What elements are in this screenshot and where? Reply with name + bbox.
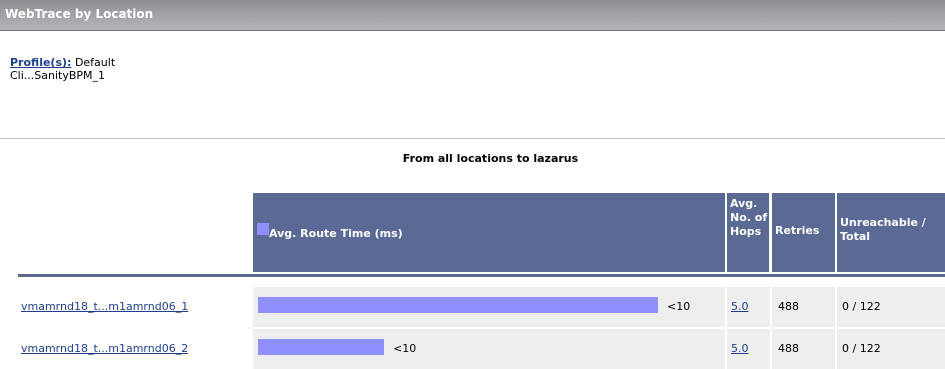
window-title: WebTrace by Location (5, 7, 154, 21)
location-cell: vmamrnd18_t...m1amrnd06_1 (18, 287, 251, 327)
route-time-cell: <10 (253, 329, 725, 369)
column-header-retries: Retries (772, 193, 835, 272)
unreachable-cell: 0 / 122 (837, 329, 945, 369)
route-time-bar (258, 339, 384, 355)
location-link[interactable]: vmamrnd18_t...m1amrnd06_2 (21, 342, 188, 355)
unreachable-value: 0 / 122 (842, 342, 881, 355)
profile-name: Cli...SanityBPM_1 (10, 69, 106, 82)
profile-value: Default (74, 56, 116, 69)
column-header-retries-label: Retries (775, 224, 820, 237)
retries-cell: 488 (772, 287, 835, 327)
hops-cell: 5.0 (727, 287, 770, 327)
window-titlebar: WebTrace by Location (0, 0, 945, 31)
retries-cell: 488 (772, 329, 835, 369)
report-heading: From all locations to lazarus (402, 152, 579, 165)
location-link[interactable]: vmamrnd18_t...m1amrnd06_1 (21, 300, 188, 313)
section-divider (0, 138, 945, 139)
route-time-cell: <10 (253, 287, 725, 327)
column-header-hops: Avg. No. of Hops (727, 193, 769, 272)
column-header-route-time-label: Avg. Route Time (ms) (269, 227, 403, 240)
table-row: vmamrnd18_t...m1amrnd06_1 <10 5.0 488 0 … (0, 287, 945, 327)
legend-swatch (257, 223, 269, 235)
retries-value: 488 (778, 342, 799, 355)
route-time-bar (258, 297, 658, 313)
route-time-value: <10 (667, 300, 691, 313)
unreachable-value: 0 / 122 (842, 300, 881, 313)
table-row: vmamrnd18_t...m1amrnd06_2 <10 5.0 488 0 … (0, 329, 945, 369)
profile-info: Profile(s): Default Cli...SanityBPM_1 (10, 56, 115, 82)
profiles-link[interactable]: Profile(s): (10, 56, 71, 69)
column-header-route-time: Avg. Route Time (ms) (253, 193, 725, 272)
table-header-rule (18, 274, 945, 277)
hops-link[interactable]: 5.0 (731, 300, 749, 313)
hops-cell: 5.0 (727, 329, 770, 369)
hops-link[interactable]: 5.0 (731, 342, 749, 355)
route-time-value: <10 (393, 342, 417, 355)
location-cell: vmamrnd18_t...m1amrnd06_2 (18, 329, 251, 369)
column-header-unreachable: Unreachable / Total (837, 193, 945, 272)
unreachable-cell: 0 / 122 (837, 287, 945, 327)
retries-value: 488 (778, 300, 799, 313)
